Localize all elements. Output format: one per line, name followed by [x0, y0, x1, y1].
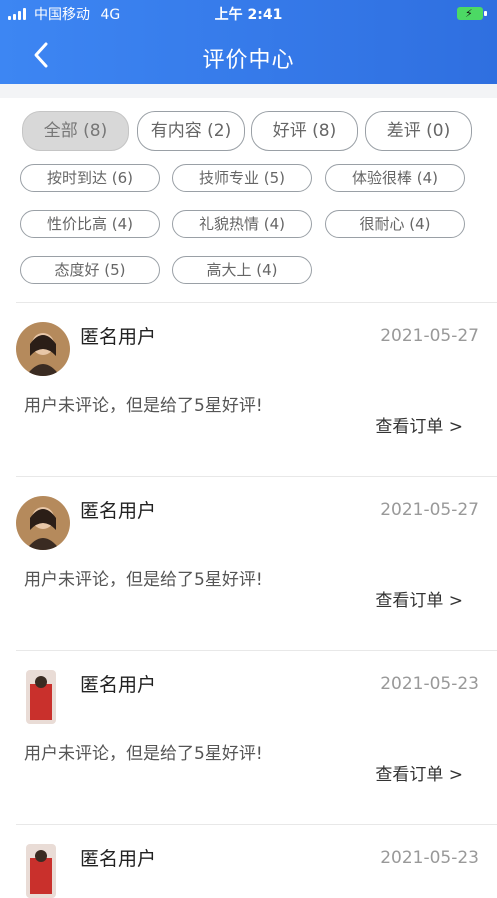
review-date: 2021-05-27 — [380, 326, 479, 346]
tag-chip[interactable]: 性价比高 (4) — [20, 210, 160, 238]
review-item: 匿名用户 2021-05-27 用户未评论，但是给了5星好评! 查看订单 > — [0, 304, 497, 474]
review-text: 用户未评论，但是给了5星好评! — [24, 744, 263, 764]
view-order-link[interactable]: 查看订单 > — [375, 412, 463, 437]
review-date: 2021-05-23 — [380, 848, 479, 868]
review-date: 2021-05-23 — [380, 674, 479, 694]
review-date: 2021-05-27 — [380, 500, 479, 520]
divider — [16, 824, 497, 825]
avatar — [16, 322, 70, 376]
review-item: 匿名用户 2021-05-23 — [0, 826, 497, 898]
divider — [16, 302, 497, 303]
review-text: 用户未评论，但是给了5星好评! — [24, 570, 263, 590]
tag-chip[interactable]: 态度好 (5) — [20, 256, 160, 284]
view-order-link[interactable]: 查看订单 > — [375, 586, 463, 611]
tag-chip[interactable]: 高大上 (4) — [172, 256, 312, 284]
filter-with-content[interactable]: 有内容 (2) — [137, 111, 245, 151]
status-bar: 中国移动 4G 上午 2:41 ⚡ — [0, 4, 497, 24]
reviewer-name: 匿名用户 — [80, 674, 157, 696]
reviewer-name: 匿名用户 — [80, 500, 157, 522]
tag-chip[interactable]: 按时到达 (6) — [20, 164, 160, 192]
tag-chip[interactable]: 礼貌热情 (4) — [172, 210, 312, 238]
avatar — [16, 496, 70, 550]
avatar — [26, 670, 56, 724]
divider — [16, 476, 497, 477]
app-header: 中国移动 4G 上午 2:41 ⚡ 评价中心 — [0, 0, 497, 84]
avatar — [26, 844, 56, 898]
filter-positive[interactable]: 好评 (8) — [251, 111, 358, 151]
battery-icon: ⚡ — [457, 7, 487, 20]
review-text: 用户未评论，但是给了5星好评! — [24, 396, 263, 416]
review-item: 匿名用户 2021-05-27 用户未评论，但是给了5星好评! 查看订单 > — [0, 478, 497, 648]
reviewer-name: 匿名用户 — [80, 848, 157, 870]
tag-chip[interactable]: 体验很棒 (4) — [325, 164, 465, 192]
filter-all[interactable]: 全部 (8) — [22, 111, 129, 151]
filter-negative[interactable]: 差评 (0) — [365, 111, 472, 151]
header-separator — [0, 84, 497, 98]
review-item: 匿名用户 2021-05-23 用户未评论，但是给了5星好评! 查看订单 > — [0, 652, 497, 822]
tag-chip[interactable]: 很耐心 (4) — [325, 210, 465, 238]
reviewer-name: 匿名用户 — [80, 326, 157, 348]
status-time: 上午 2:41 — [214, 7, 283, 23]
page-title: 评价中心 — [202, 48, 295, 73]
tag-chip[interactable]: 技师专业 (5) — [172, 164, 312, 192]
divider — [16, 650, 497, 651]
view-order-link[interactable]: 查看订单 > — [375, 760, 463, 785]
